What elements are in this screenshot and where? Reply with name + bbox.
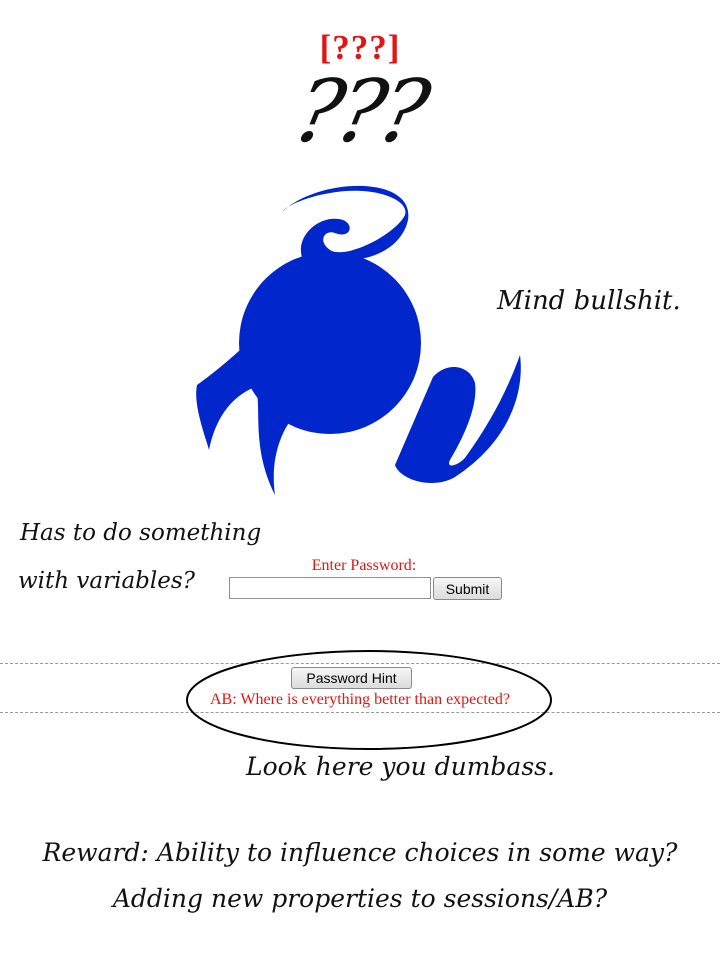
password-label: Enter Password: (311, 557, 417, 574)
annotation-variables-line2: with variables? (18, 568, 196, 594)
annotation-reward-line2: Adding new properties to sessions/AB? (112, 884, 608, 913)
password-input[interactable] (229, 577, 431, 599)
blue-mind-symbol-logo (196, 185, 521, 495)
annotation-mind: Mind bullshit. (497, 286, 681, 316)
handdrawn-circle-annotation (186, 650, 552, 750)
annotation-variables-line1: Has to do something (20, 520, 262, 546)
annotation-reward-line1: Reward: Ability to influence choices in … (42, 838, 678, 867)
handwritten-question-marks: ??? (286, 62, 434, 162)
annotation-look-here: Look here you dumbass. (246, 752, 555, 781)
submit-button[interactable]: Submit (433, 577, 502, 600)
